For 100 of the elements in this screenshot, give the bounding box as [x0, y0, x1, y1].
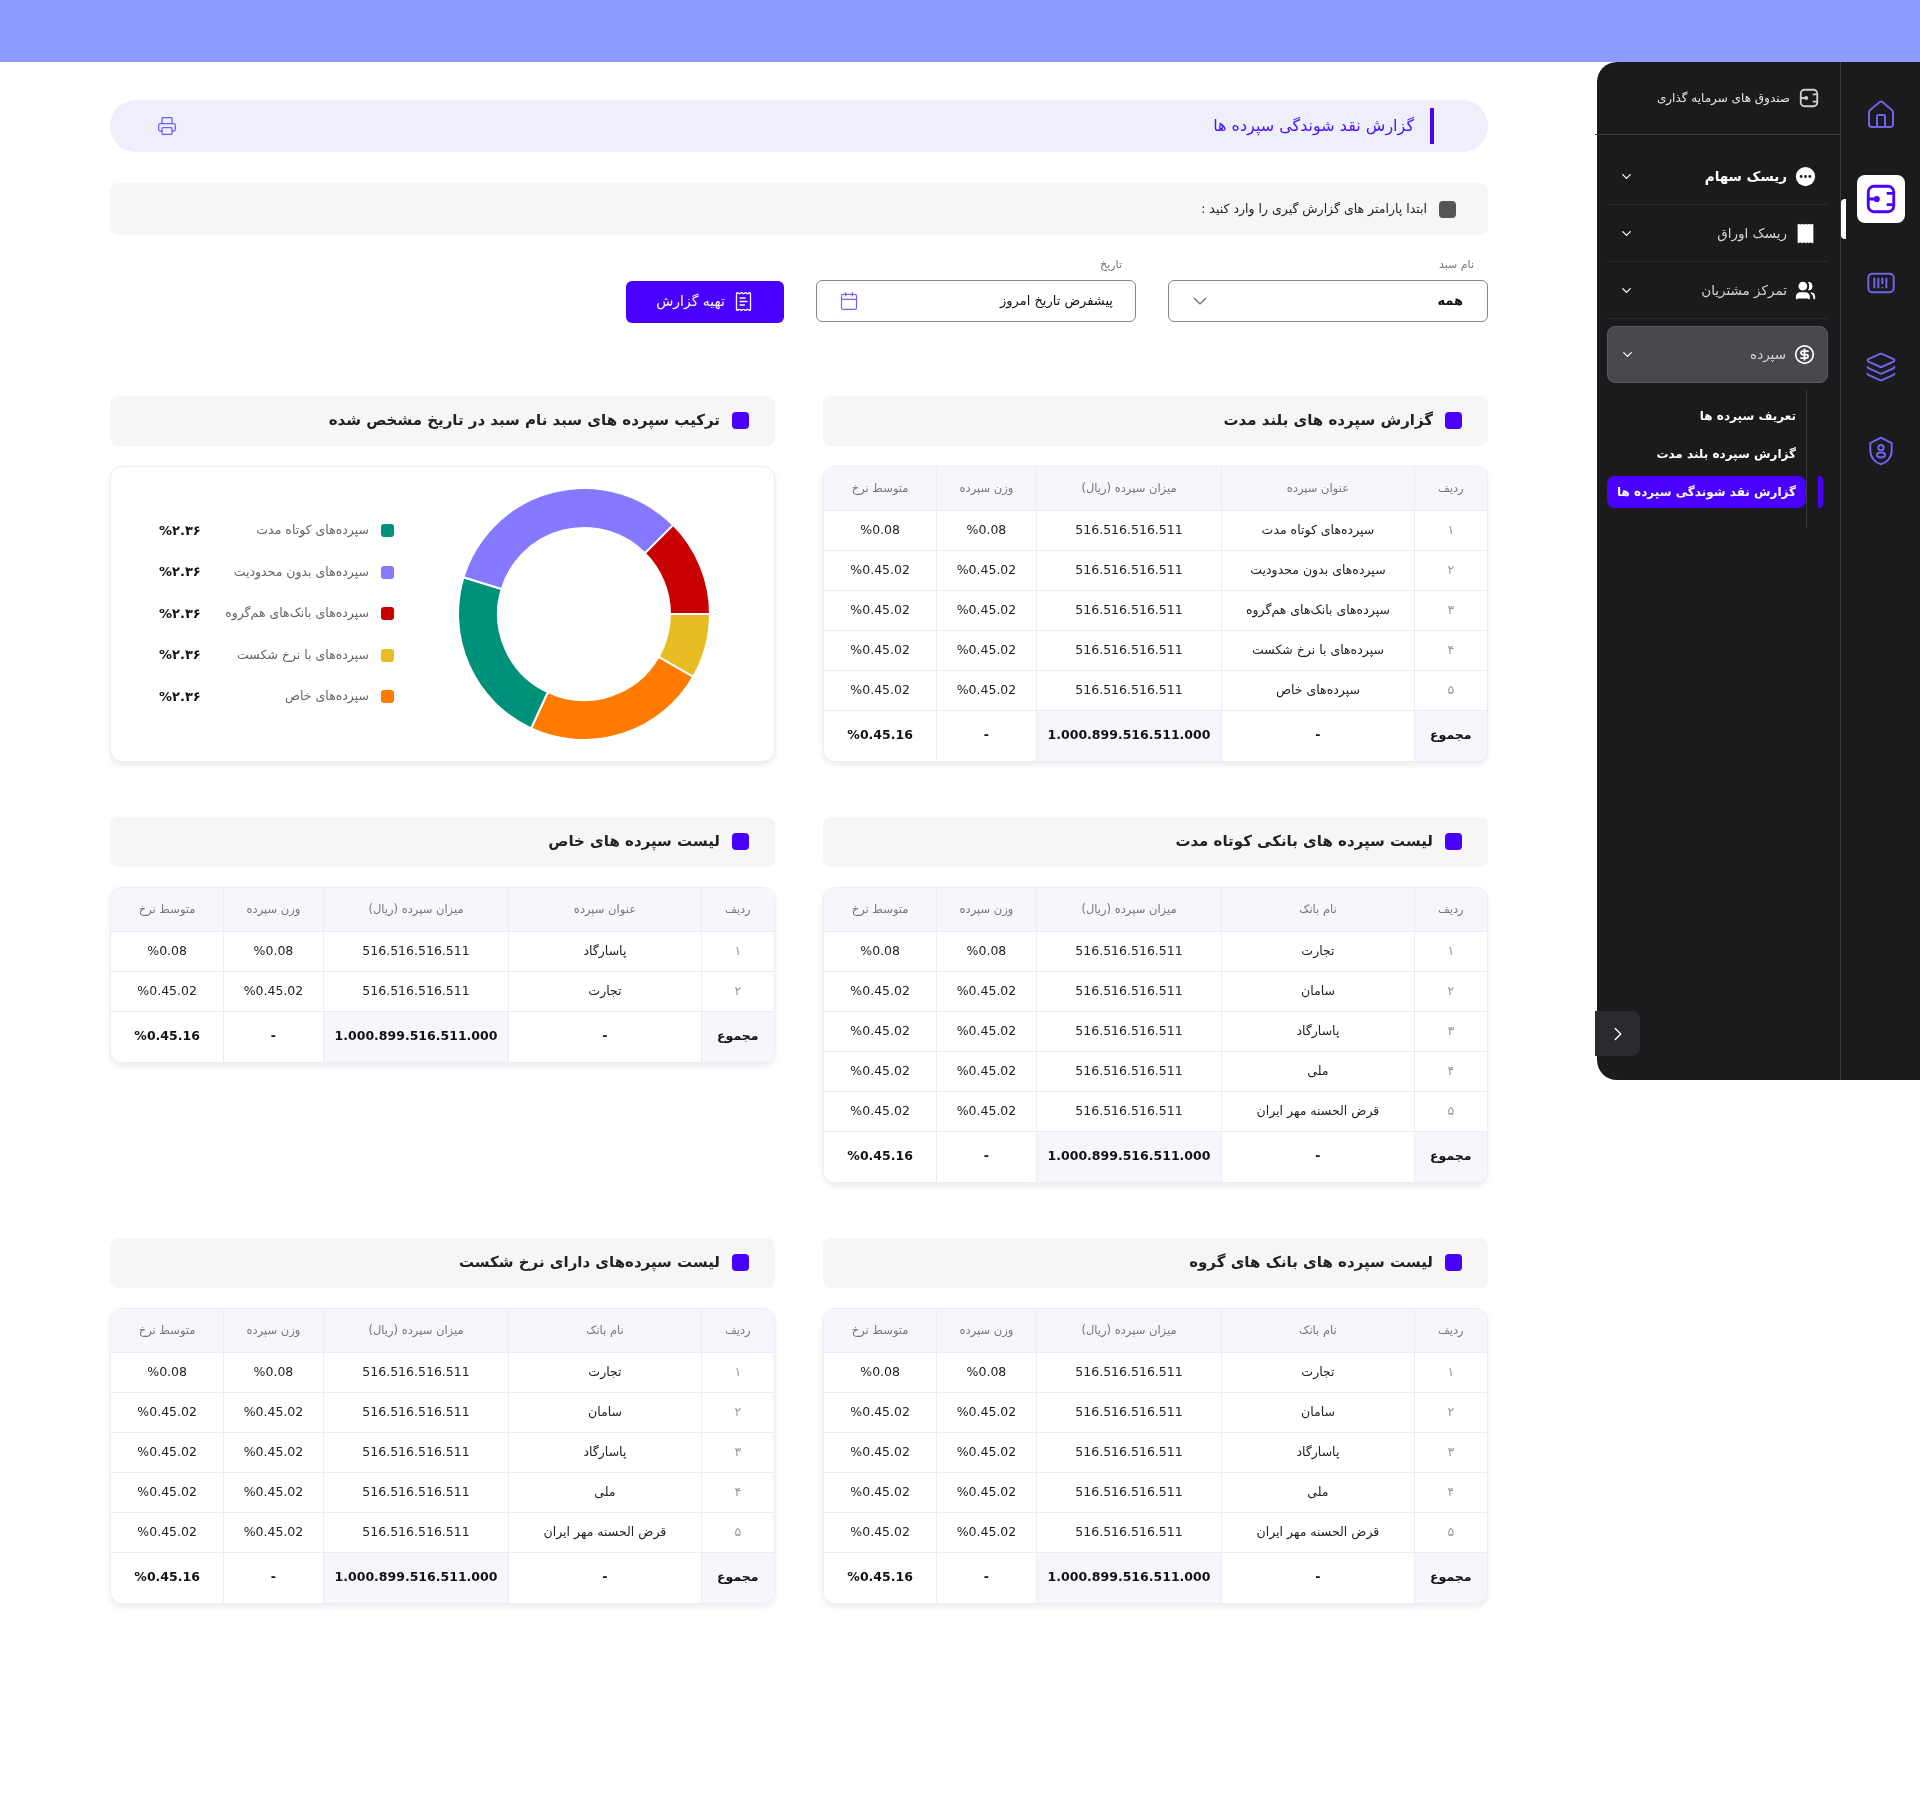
legend-label: سپرده‌های با نرخ شکست: [236, 645, 369, 665]
table-cell: 516.516.516.511: [1036, 1352, 1222, 1393]
table-cell: ۴: [1414, 1472, 1487, 1513]
table-cell: 516.516.516.511: [323, 1472, 509, 1513]
total-cell: -: [1221, 710, 1415, 761]
table-cell: %0.45.02: [824, 590, 937, 631]
table-cell: %0.45.02: [824, 630, 937, 671]
total-cell: -: [508, 1552, 702, 1603]
table-cell: ۵: [1414, 670, 1487, 711]
table-cell: %0.45.02: [824, 1051, 937, 1092]
column-header: میزان سپرده (ریال): [1036, 1308, 1222, 1353]
column-header: متوسط نرخ: [111, 1308, 224, 1353]
menu-item[interactable]: ریسک اوراق: [1607, 205, 1828, 262]
menu-item[interactable]: سپرده: [1607, 326, 1828, 383]
total-cell: -: [936, 710, 1037, 761]
table-cell: ۵: [701, 1512, 774, 1553]
menu-item[interactable]: ریسک سهام: [1607, 148, 1828, 205]
table-cell: %0.45.02: [936, 1091, 1037, 1132]
square-marker-icon: [1445, 412, 1462, 429]
square-marker-icon: [732, 1254, 749, 1271]
table-cell: 516.516.516.511: [323, 1512, 509, 1553]
table-cell: %0.45.02: [824, 670, 937, 711]
table-cell: پاسارگاد: [508, 931, 702, 972]
calendar-icon: [839, 290, 859, 311]
submenu-item[interactable]: تعریف سپرده ها: [1689, 400, 1806, 432]
table-cell: %0.08: [111, 1352, 224, 1393]
submenu-item[interactable]: گزارش نقد شوندگی سپرده ها: [1607, 476, 1806, 508]
table-cell: 516.516.516.511: [323, 1392, 509, 1433]
table-cell: %0.45.02: [824, 1432, 937, 1473]
table-cell: %0.08: [824, 931, 937, 972]
table-cell: ۳: [1414, 590, 1487, 631]
legend-label: سپرده‌های بدون محدودیت: [232, 562, 369, 582]
table-cell: %0.45.02: [936, 1051, 1037, 1092]
table-cell: %0.08: [223, 931, 324, 972]
submenu-item[interactable]: گزارش سپرده بلند مدت: [1646, 438, 1806, 470]
table-cell: %0.45.02: [111, 1392, 224, 1433]
header-accent: [1430, 108, 1434, 144]
menu-item[interactable]: تمرکز مشتریان: [1607, 262, 1828, 319]
table-cell: %0.08: [824, 510, 937, 551]
table-cell: ۵: [1414, 1091, 1487, 1132]
total-cell: 1.000.899.516.511.000: [1036, 1552, 1222, 1603]
table-cell: ۳: [1414, 1432, 1487, 1473]
sidebar-title: صندوق های سرمایه گذاری: [1656, 90, 1790, 107]
section-title: ترکیب سپرده های سبد نام سبد در تاریخ مشخص شده: [328, 410, 720, 432]
legend-label: سپرده‌های کوتاه مدت: [255, 521, 369, 540]
table-cell: 516.516.516.511: [1036, 590, 1222, 631]
table-cell: %0.45.02: [111, 1472, 224, 1513]
total-cell: %0.45.16: [824, 1552, 937, 1603]
table-cell: ۴: [1414, 630, 1487, 671]
legend-value: %۲.۳۶: [159, 646, 202, 665]
table-cell: %0.45.02: [824, 971, 937, 1012]
table-cell: پاسارگاد: [1221, 1011, 1415, 1052]
table-cell: سپرده‌های خاص: [1221, 670, 1415, 711]
table-cell: سپرده‌های بانک‌های هم‌گروه: [1221, 590, 1415, 631]
table-cell: تجارت: [508, 1352, 702, 1393]
table-cell: %0.45.02: [223, 1392, 324, 1433]
total-cell: مجموع: [701, 1552, 774, 1603]
table-cell: ۴: [1414, 1051, 1487, 1092]
column-header: متوسط نرخ: [111, 887, 224, 932]
date-field[interactable]: پیشفرض تاریخ امروز: [816, 279, 1136, 322]
column-header: عنوان سپرده: [1221, 466, 1415, 511]
table-cell: %0.45.02: [824, 550, 937, 591]
total-cell: -: [223, 1011, 324, 1062]
table-cell: تجارت: [508, 971, 702, 1012]
page-title: گزارش نقد شوندگی سپرده ها: [1213, 115, 1415, 138]
dots-circle-icon: [1795, 165, 1816, 187]
section-title: لیست سپرده های خاص: [548, 831, 720, 853]
total-cell: -: [223, 1552, 324, 1603]
total-cell: %0.45.16: [111, 1552, 224, 1603]
selection-bar: [1818, 476, 1823, 508]
table-cell: 516.516.516.511: [323, 971, 509, 1012]
table-cell: 516.516.516.511: [323, 1352, 509, 1393]
legend-value: %۲.۳۶: [159, 563, 202, 582]
column-header: نام بانک: [508, 1308, 702, 1353]
table-cell: %0.45.02: [223, 1472, 324, 1513]
basket-select[interactable]: همه: [1168, 279, 1488, 322]
total-cell: %0.45.16: [824, 710, 937, 761]
table-cell: 516.516.516.511: [1036, 1432, 1222, 1473]
total-cell: -: [1221, 1131, 1415, 1182]
column-header: وزن سپرده: [223, 1308, 324, 1353]
table-cell: %0.45.02: [936, 550, 1037, 591]
table-cell: 516.516.516.511: [1036, 1512, 1222, 1553]
rail-button[interactable]: [1856, 175, 1905, 223]
layers-icon[interactable]: [1864, 351, 1897, 383]
dollar-circle-icon: [1794, 344, 1815, 365]
generate-report-button[interactable]: تهیه گزارش: [626, 280, 784, 323]
total-cell: -: [508, 1011, 702, 1062]
square-marker-icon: [1445, 1254, 1462, 1271]
table-cell: 516.516.516.511: [1036, 1392, 1222, 1433]
total-cell: 1.000.899.516.511.000: [1036, 1131, 1222, 1182]
table-cell: %0.45.02: [936, 1392, 1037, 1433]
table-cell: سپرده‌های بدون محدودیت: [1221, 550, 1415, 591]
table-cell: %0.45.02: [111, 1432, 224, 1473]
table-cell: سامان: [1221, 971, 1415, 1012]
table-cell: ملی: [508, 1472, 702, 1513]
table-cell: 516.516.516.511: [1036, 1051, 1222, 1092]
table-cell: ۵: [1414, 1512, 1487, 1553]
table-cell: %0.45.02: [111, 1512, 224, 1553]
table-cell: %0.08: [111, 931, 224, 972]
column-header: میزان سپرده (ریال): [1036, 887, 1222, 932]
